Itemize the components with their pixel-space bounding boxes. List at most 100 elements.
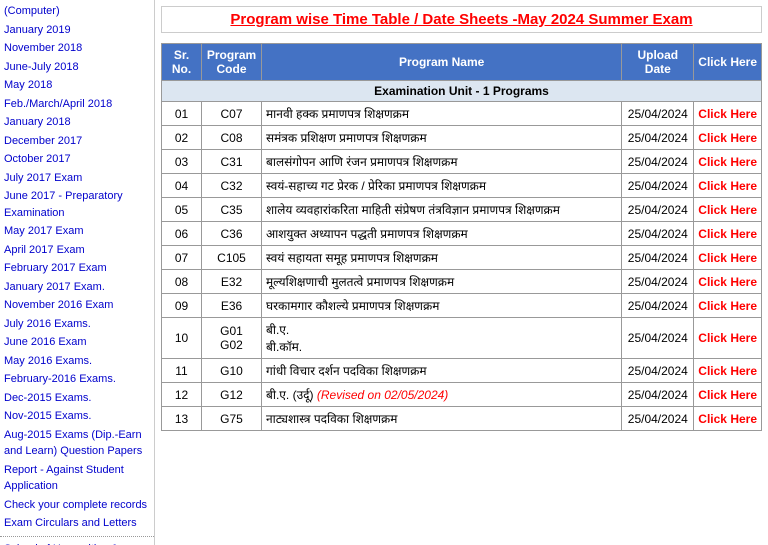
prog-name: गांधी विचार दर्शन पदविका शिक्षणक्रम	[262, 359, 622, 383]
click-here-link[interactable]: Click Here	[698, 299, 757, 313]
sidebar-item-feb2017exam[interactable]: February 2017 Exam	[0, 259, 154, 278]
sidebar-item-nov2015exams[interactable]: Nov-2015 Exams.	[0, 407, 154, 426]
click-here-cell[interactable]: Click Here	[694, 246, 762, 270]
sidebar-item-aug2015exams[interactable]: Aug-2015 Exams (Dip.-Earn and Learn) Que…	[0, 426, 154, 461]
sidebar-item-junejuly2018[interactable]: June-July 2018	[0, 58, 154, 77]
click-here-link[interactable]: Click Here	[698, 412, 757, 426]
click-here-link[interactable]: Click Here	[698, 275, 757, 289]
prog-name: शालेय व्यवहारांकरिता माहिती संप्रेषण तंत…	[262, 198, 622, 222]
click-here-link[interactable]: Click Here	[698, 155, 757, 169]
prog-code: G12	[202, 383, 262, 407]
timetable: Sr. No. Program Code Program Name Upload…	[161, 43, 762, 431]
sidebar-item-may2018[interactable]: May 2018	[0, 76, 154, 95]
click-here-link[interactable]: Click Here	[698, 227, 757, 241]
col-header-name: Program Name	[262, 44, 622, 81]
sidebar-item-report-student[interactable]: Report - Against Student Application	[0, 461, 154, 496]
click-here-cell[interactable]: Click Here	[694, 126, 762, 150]
sidebar-item-feb2016exams[interactable]: February-2016 Exams.	[0, 370, 154, 389]
click-here-link[interactable]: Click Here	[698, 331, 757, 345]
click-here-cell[interactable]: Click Here	[694, 294, 762, 318]
sidebar-item-june2017prep[interactable]: June 2017 - Preparatory Examination	[0, 187, 154, 222]
click-here-cell[interactable]: Click Here	[694, 150, 762, 174]
upload-date: 25/04/2024	[622, 102, 694, 126]
upload-date: 25/04/2024	[622, 318, 694, 359]
click-here-cell[interactable]: Click Here	[694, 383, 762, 407]
sidebar-item-jul2017exam[interactable]: July 2017 Exam	[0, 169, 154, 188]
sidebar: (Computer) January 2019 November 2018 Ju…	[0, 0, 155, 545]
click-here-link[interactable]: Click Here	[698, 364, 757, 378]
prog-code: E36	[202, 294, 262, 318]
click-here-cell[interactable]: Click Here	[694, 270, 762, 294]
sidebar-item-oct2017[interactable]: October 2017	[0, 150, 154, 169]
sr-no: 07	[162, 246, 202, 270]
upload-date: 25/04/2024	[622, 407, 694, 431]
table-row: 10 G01G02 बी.ए.बी.कॉम. 25/04/2024 Click …	[162, 318, 762, 359]
col-header-date: Upload Date	[622, 44, 694, 81]
sr-no: 05	[162, 198, 202, 222]
sidebar-item-jan2019[interactable]: January 2019	[0, 21, 154, 40]
click-here-link[interactable]: Click Here	[698, 107, 757, 121]
upload-date: 25/04/2024	[622, 270, 694, 294]
upload-date: 25/04/2024	[622, 359, 694, 383]
prog-name: मूल्यशिक्षणाची मुलतत्वे प्रमाणपत्र शिक्ष…	[262, 270, 622, 294]
click-here-link[interactable]: Click Here	[698, 388, 757, 402]
click-here-cell[interactable]: Click Here	[694, 359, 762, 383]
sidebar-item-jul2016exams[interactable]: July 2016 Exams.	[0, 315, 154, 334]
sidebar-divider-1	[0, 536, 154, 537]
section-header-label: Examination Unit - 1 Programs	[162, 81, 762, 102]
prog-code: G01G02	[202, 318, 262, 359]
sr-no: 12	[162, 383, 202, 407]
sr-no: 06	[162, 222, 202, 246]
prog-name: बालसंगोपन आणि रंजन प्रमाणपत्र शिक्षणक्रम	[262, 150, 622, 174]
prog-code: C07	[202, 102, 262, 126]
prog-code: G75	[202, 407, 262, 431]
click-here-cell[interactable]: Click Here	[694, 198, 762, 222]
sr-no: 09	[162, 294, 202, 318]
sidebar-item-check-records[interactable]: Check your complete records	[0, 496, 154, 515]
sidebar-item-humanities[interactable]: School of Humanities & Social Sciences	[0, 540, 154, 545]
sidebar-item-may2017exam[interactable]: May 2017 Exam	[0, 222, 154, 241]
sr-no: 02	[162, 126, 202, 150]
table-row: 08 E32 मूल्यशिक्षणाची मुलतत्वे प्रमाणपत्…	[162, 270, 762, 294]
table-row: 01 C07 मानवी हक्क प्रमाणपत्र शिक्षणक्रम …	[162, 102, 762, 126]
revised-note: (Revised on 02/05/2024)	[317, 388, 448, 402]
table-row: 07 C105 स्वयं सहायता समूह प्रमाणपत्र शिक…	[162, 246, 762, 270]
prog-name: नाट्यशास्त्र पदविका शिक्षणक्रम	[262, 407, 622, 431]
sidebar-item-exam-circulars[interactable]: Exam Circulars and Letters	[0, 514, 154, 533]
sr-no: 03	[162, 150, 202, 174]
upload-date: 25/04/2024	[622, 198, 694, 222]
click-here-link[interactable]: Click Here	[698, 179, 757, 193]
click-here-cell[interactable]: Click Here	[694, 102, 762, 126]
click-here-cell[interactable]: Click Here	[694, 407, 762, 431]
click-here-link[interactable]: Click Here	[698, 251, 757, 265]
sidebar-item-apr2017exam[interactable]: April 2017 Exam	[0, 241, 154, 260]
table-row: 13 G75 नाट्यशास्त्र पदविका शिक्षणक्रम 25…	[162, 407, 762, 431]
click-here-link[interactable]: Click Here	[698, 203, 757, 217]
sidebar-item-dec2017[interactable]: December 2017	[0, 132, 154, 151]
click-here-cell[interactable]: Click Here	[694, 318, 762, 359]
sr-no: 11	[162, 359, 202, 383]
upload-date: 25/04/2024	[622, 126, 694, 150]
click-here-link[interactable]: Click Here	[698, 131, 757, 145]
sidebar-item-computer[interactable]: (Computer)	[0, 2, 154, 21]
table-row: 03 C31 बालसंगोपन आणि रंजन प्रमाणपत्र शिक…	[162, 150, 762, 174]
sidebar-item-jan2018[interactable]: January 2018	[0, 113, 154, 132]
prog-code: C32	[202, 174, 262, 198]
sr-no: 01	[162, 102, 202, 126]
click-here-cell[interactable]: Click Here	[694, 222, 762, 246]
sidebar-item-febmarapril2018[interactable]: Feb./March/April 2018	[0, 95, 154, 114]
page-title: Program wise Time Table / Date Sheets -M…	[161, 6, 762, 33]
sidebar-item-nov2016exam[interactable]: November 2016 Exam	[0, 296, 154, 315]
prog-code: C08	[202, 126, 262, 150]
prog-name: मानवी हक्क प्रमाणपत्र शिक्षणक्रम	[262, 102, 622, 126]
sidebar-item-dec2015exams[interactable]: Dec-2015 Exams.	[0, 389, 154, 408]
sidebar-item-nov2018[interactable]: November 2018	[0, 39, 154, 58]
col-header-sr: Sr. No.	[162, 44, 202, 81]
sidebar-item-may2016exams[interactable]: May 2016 Exams.	[0, 352, 154, 371]
sr-no: 08	[162, 270, 202, 294]
upload-date: 25/04/2024	[622, 174, 694, 198]
sidebar-item-jun2016exam[interactable]: June 2016 Exam	[0, 333, 154, 352]
upload-date: 25/04/2024	[622, 294, 694, 318]
click-here-cell[interactable]: Click Here	[694, 174, 762, 198]
sidebar-item-jan2017exam[interactable]: January 2017 Exam.	[0, 278, 154, 297]
